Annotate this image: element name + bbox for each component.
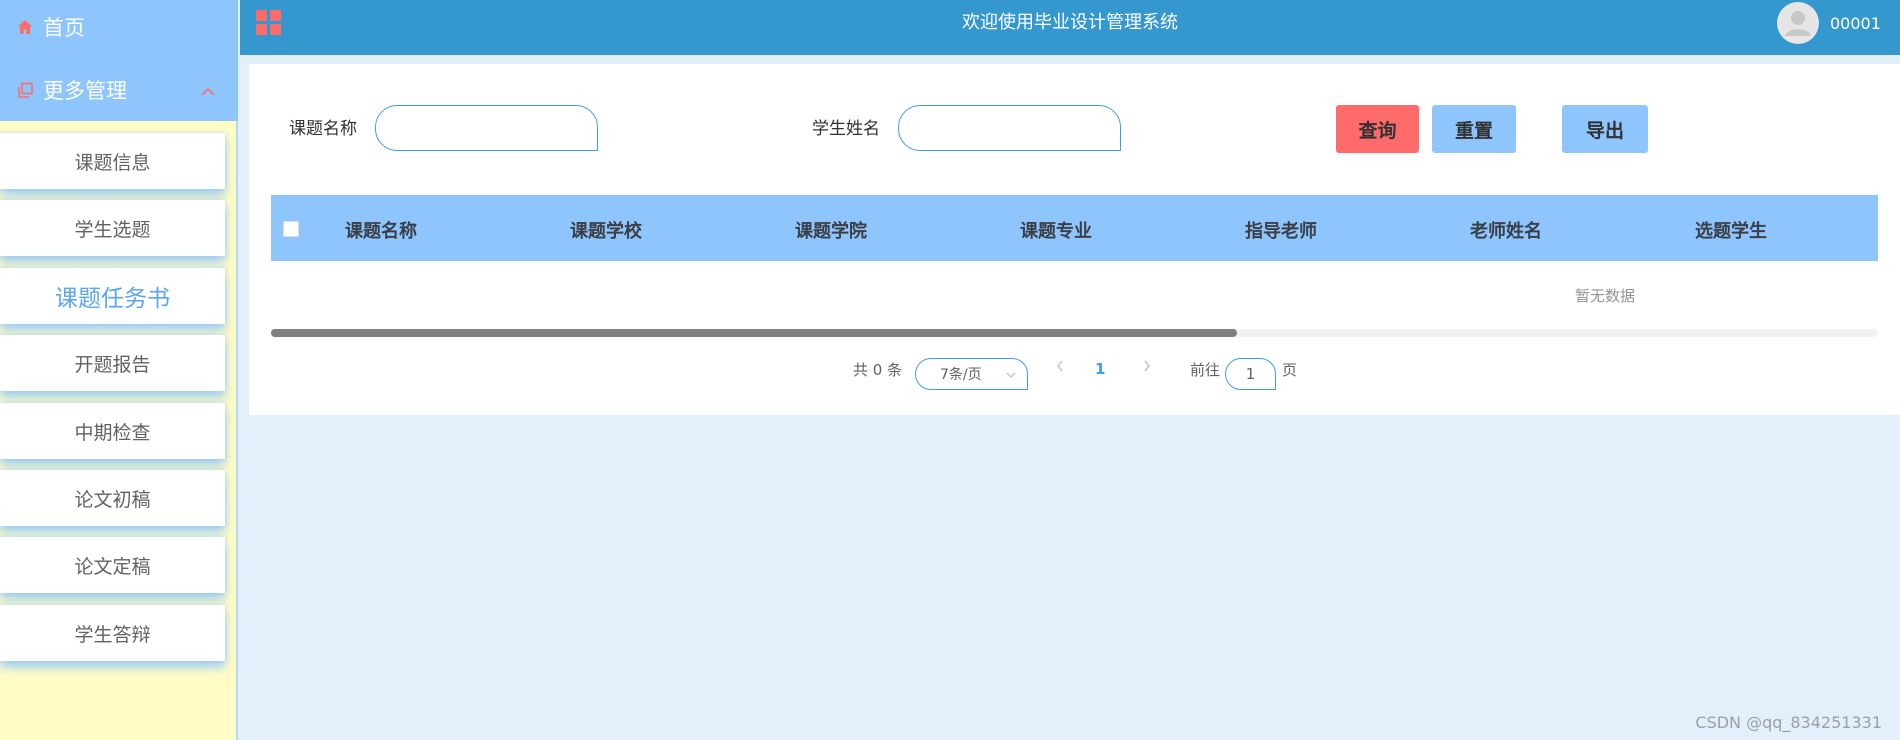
sidebar-item-midterm-check[interactable]: 中期检查 (0, 403, 225, 459)
sidebar-item-label: 课题任务书 (55, 286, 170, 312)
sidebar-item-student-selection[interactable]: 学生选题 (0, 200, 225, 256)
page-size-value: 7条/页 (940, 367, 982, 383)
username[interactable]: 00001 (1830, 14, 1881, 33)
prev-page-icon[interactable] (1055, 358, 1065, 378)
reset-button[interactable]: 重置 (1432, 105, 1516, 153)
goto-page-input[interactable]: 1 (1225, 358, 1276, 390)
column-header[interactable]: 指导老师 (1245, 217, 1317, 243)
sidebar-item-thesis-final[interactable]: 论文定稿 (0, 537, 225, 593)
main-panel: 课题名称 学生姓名 查询 重置 导出 课题名称 课题学校 课题学院 课题专业 指… (249, 64, 1900, 415)
sidebar-item-label: 论文定稿 (74, 555, 151, 578)
sidebar-item-defense[interactable]: 学生答辩 (0, 605, 225, 661)
sidebar-item-label: 开题报告 (74, 353, 151, 376)
sidebar-item-label: 论文初稿 (74, 488, 151, 511)
column-header[interactable]: 老师姓名 (1470, 217, 1542, 243)
scrollbar-thumb[interactable] (271, 329, 1237, 337)
total-count: 共 0 条 (853, 361, 903, 379)
sidebar-item-more-management[interactable]: 更多管理 (0, 63, 238, 117)
watermark: CSDN @qq_834251331 (1695, 713, 1882, 732)
page-size-select[interactable]: 7条/页 (915, 358, 1028, 390)
sidebar-item-label: 中期检查 (74, 421, 151, 444)
user-icon (1785, 11, 1811, 36)
copy-icon (16, 81, 34, 99)
sidebar-item-topic-info[interactable]: 课题信息 (0, 133, 225, 189)
export-button[interactable]: 导出 (1562, 105, 1648, 153)
sidebar: 首页 更多管理 课题信息 学生选题 课题任务书 开题报告 中期检查 论文初稿 论… (0, 0, 238, 740)
chevron-up-icon (200, 79, 216, 103)
column-header[interactable]: 选题学生 (1695, 217, 1767, 243)
sidebar-item-label: 学生选题 (74, 218, 151, 241)
sidebar-item-thesis-draft[interactable]: 论文初稿 (0, 470, 225, 526)
sidebar-item-home[interactable]: 首页 (0, 0, 238, 54)
chevron-down-icon (1005, 368, 1017, 384)
goto-label: 前往 (1190, 361, 1221, 379)
current-page-number[interactable]: 1 (1095, 360, 1105, 378)
student-name-input[interactable] (898, 105, 1121, 151)
column-header[interactable]: 课题专业 (1020, 217, 1092, 243)
sidebar-item-label: 学生答辩 (74, 623, 151, 646)
horizontal-scrollbar[interactable] (271, 329, 1878, 337)
student-name-label: 学生姓名 (812, 119, 880, 139)
table-header: 课题名称 课题学校 课题学院 课题专业 指导老师 老师姓名 选题学生 (271, 195, 1878, 261)
home-icon (16, 18, 34, 36)
empty-table-text: 暂无数据 (1575, 287, 1636, 305)
select-all-checkbox[interactable] (283, 221, 299, 237)
page-suffix: 页 (1282, 361, 1298, 379)
column-header[interactable]: 课题学校 (570, 217, 642, 243)
sidebar-home-label: 首页 (43, 16, 85, 40)
topic-name-label: 课题名称 (289, 119, 357, 139)
sidebar-item-task-book[interactable]: 课题任务书 (0, 268, 225, 324)
top-header: 欢迎使用毕业设计管理系统 00001 (240, 0, 1900, 55)
sidebar-more-label: 更多管理 (43, 79, 127, 103)
column-header[interactable]: 课题名称 (345, 217, 417, 243)
column-header[interactable]: 课题学院 (795, 217, 867, 243)
next-page-icon[interactable] (1142, 358, 1152, 378)
sidebar-item-label: 课题信息 (74, 151, 151, 174)
avatar[interactable] (1777, 2, 1819, 44)
topic-name-input[interactable] (375, 105, 598, 151)
page-title: 欢迎使用毕业设计管理系统 (962, 12, 1178, 33)
sidebar-item-opening-report[interactable]: 开题报告 (0, 335, 225, 391)
search-button[interactable]: 查询 (1336, 105, 1419, 153)
